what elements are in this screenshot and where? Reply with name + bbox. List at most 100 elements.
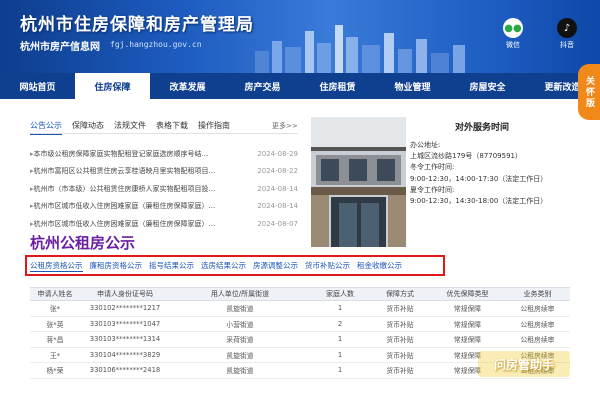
- column-header: 优先保障类型: [446, 290, 489, 298]
- service-info: 办公地址: 上城区流纱路179号（87709591） 冬令工作时间: 9:00-…: [410, 140, 580, 207]
- category-tabs: 公租房资格公示 廉租房资格公示 摇号结果公示 选房结果公示 房源调整公示 货币补…: [25, 255, 445, 276]
- office-building-image: [311, 117, 406, 247]
- site-title: 杭州市住房保障和房产管理局: [20, 15, 254, 35]
- table-header: 申请人姓名 申请人身份证号码 用人单位/所属街道 家庭人数 保障方式 优先保障类…: [30, 287, 570, 301]
- watermark-logo: 问房管助手: [478, 351, 570, 377]
- list-item[interactable]: 杭州市（市本级）公共租赁住房康桥人家实物配租项目投... 2024-08-14: [30, 180, 298, 198]
- list-item[interactable]: 杭州市区城市低收入住房困难家庭（廉租住房保障家庭）... 2024-08-07: [30, 215, 298, 233]
- table-cell: 凯旋街道: [226, 367, 254, 376]
- news-title[interactable]: 杭州市区城市低收入住房困难家庭（廉租住房保障家庭）...: [30, 201, 230, 211]
- table-cell: 凯旋街道: [226, 351, 254, 360]
- table-cell: 1: [337, 304, 343, 313]
- site-header: 杭州市住房保障和房产管理局 杭州市房产信息网 fgj.hangzhou.gov.…: [0, 0, 600, 73]
- table-cell: 凯旋街道: [226, 305, 254, 314]
- wechat-link[interactable]: ●● 微信: [498, 18, 528, 50]
- list-item[interactable]: 杭州市富阳区公共租赁住房云享桂语映月里实物配租项目... 2024-08-22: [30, 163, 298, 181]
- news-date: 2024-08-14: [257, 202, 298, 211]
- table-cell: 杨*荣: [46, 367, 64, 376]
- table-cell: 货币补贴: [386, 351, 414, 360]
- tab-rent-collection[interactable]: 租金收缴公示: [357, 260, 402, 271]
- tab-low-rent-qualification[interactable]: 廉租房资格公示: [90, 260, 143, 271]
- site-url: fgj.hangzhou.gov.cn: [110, 40, 202, 49]
- news-date: 2024-08-14: [257, 184, 298, 193]
- table-cell: 货币补贴: [386, 305, 414, 314]
- table-cell: 2: [337, 319, 343, 328]
- table-cell: 公租房续审: [520, 336, 555, 345]
- nav-home[interactable]: 网站首页: [0, 73, 75, 99]
- table-cell: 采荷街道: [226, 336, 254, 345]
- tab-public-rental-qualification[interactable]: 公租房资格公示: [30, 260, 83, 272]
- table-cell: 小营街道: [226, 320, 254, 329]
- tab-divider: [30, 133, 298, 134]
- douyin-icon: ♪: [557, 18, 577, 38]
- news-list: 本市级公租房保障家庭实物配租登记家庭选房顺序号结... 2024-08-29 杭…: [30, 145, 298, 233]
- table-cell: 1: [337, 350, 343, 359]
- table-cell: 张*英: [46, 320, 64, 329]
- news-date: 2024-08-22: [257, 167, 298, 176]
- table-cell: 货币补贴: [386, 320, 414, 329]
- table-cell: 公租房续审: [520, 305, 555, 314]
- column-header: 申请人身份证号码: [97, 290, 153, 298]
- table-cell: 王*: [49, 351, 61, 360]
- list-item[interactable]: 本市级公租房保障家庭实物配租登记家庭选房顺序号结... 2024-08-29: [30, 145, 298, 163]
- news-title[interactable]: 杭州市富阳区公共租赁住房云享桂语映月里实物配租项目...: [30, 166, 230, 176]
- table-row: 蒋*昌 330103********1314 采荷街道 1 货币补贴 常规保障 …: [30, 332, 570, 348]
- table-cell: 常规保障: [453, 336, 482, 345]
- table-cell: 张*: [49, 305, 61, 314]
- nav-rental[interactable]: 住房租赁: [300, 73, 375, 99]
- table-cell: 1: [337, 335, 343, 344]
- news-title[interactable]: 本市级公租房保障家庭实物配租登记家庭选房顺序号结...: [30, 149, 230, 159]
- main-nav: 网站首页 住房保障 改革发展 房产交易 住房租赁 物业管理 房屋安全 更新改造: [0, 73, 600, 99]
- tab-lottery-result[interactable]: 摇号结果公示: [149, 260, 194, 271]
- nav-housing-security[interactable]: 住房保障: [75, 73, 150, 99]
- more-link[interactable]: 更多>>: [272, 121, 298, 131]
- service-line: 上城区流纱路179号（87709591）: [410, 152, 522, 161]
- service-line: 9:00-12:30，14:30-18:00（法定工作日）: [410, 196, 548, 205]
- section-title: 杭州公租房公示: [30, 234, 136, 252]
- table-cell: 货币补贴: [386, 367, 414, 376]
- douyin-link[interactable]: ♪ 抖音: [552, 18, 582, 50]
- tab-selection-result[interactable]: 选房结果公示: [201, 260, 246, 271]
- service-line: 9:00-12:30，14:00-17:30（法定工作日）: [410, 174, 548, 183]
- column-header: 家庭人数: [326, 290, 354, 298]
- column-header: 保障方式: [386, 290, 414, 298]
- news-title[interactable]: 杭州市（市本级）公共租赁住房康桥人家实物配租项目投...: [30, 184, 230, 194]
- news-title[interactable]: 杭州市区城市低收入住房困难家庭（廉租住房保障家庭）...: [30, 219, 230, 229]
- table-row: 张*英 330103********1047 小营街道 2 货币补贴 常规保障 …: [30, 317, 570, 332]
- care-mode-button[interactable]: 关怀版: [578, 64, 600, 120]
- office-photo: [311, 117, 406, 247]
- table-cell: 货币补贴: [386, 336, 414, 345]
- table-row: 张* 330102********1217 凯旋街道 1 货币补贴 常规保障 公…: [30, 301, 570, 317]
- table-cell: 330106********2418: [89, 366, 161, 375]
- table-cell: 330103********1047: [89, 319, 161, 328]
- table-cell: 330102********1217: [89, 304, 161, 313]
- watermark-text: 问房管助手: [493, 357, 554, 372]
- table-cell: 常规保障: [453, 320, 482, 329]
- city-skyline-image: [255, 25, 465, 73]
- service-title: 对外服务时间: [455, 123, 510, 133]
- column-header: 申请人姓名: [37, 290, 73, 298]
- table-cell: 常规保障: [453, 305, 482, 314]
- wechat-icon: ●●: [503, 18, 523, 38]
- nav-reform[interactable]: 改革发展: [150, 73, 225, 99]
- nav-property-trade[interactable]: 房产交易: [225, 73, 300, 99]
- service-line: 夏令工作时间:: [410, 185, 455, 194]
- douyin-label: 抖音: [560, 41, 574, 49]
- column-header: 业务类别: [523, 290, 552, 298]
- column-header: 用人单位/所属街道: [210, 290, 270, 298]
- tab-subsidy[interactable]: 货币补贴公示: [305, 260, 350, 271]
- table-cell: 330103********1314: [89, 335, 161, 344]
- wechat-label: 微信: [506, 41, 520, 49]
- list-item[interactable]: 杭州市区城市低收入住房困难家庭（廉租住房保障家庭）... 2024-08-14: [30, 198, 298, 216]
- news-date: 2024-08-07: [257, 219, 298, 228]
- table-cell: 公租房续审: [520, 320, 555, 329]
- tab-housing-adjustment[interactable]: 房源调整公示: [253, 260, 298, 271]
- table-cell: 蒋*昌: [46, 336, 64, 345]
- nav-building-safety[interactable]: 房屋安全: [450, 73, 525, 99]
- table-cell: 330104********3829: [89, 350, 161, 359]
- site-subtitle: 杭州市房产信息网: [20, 42, 100, 53]
- service-line: 办公地址:: [410, 141, 441, 149]
- service-line: 冬令工作时间:: [410, 163, 455, 172]
- nav-property-mgmt[interactable]: 物业管理: [375, 73, 450, 99]
- table-cell: 1: [337, 366, 343, 375]
